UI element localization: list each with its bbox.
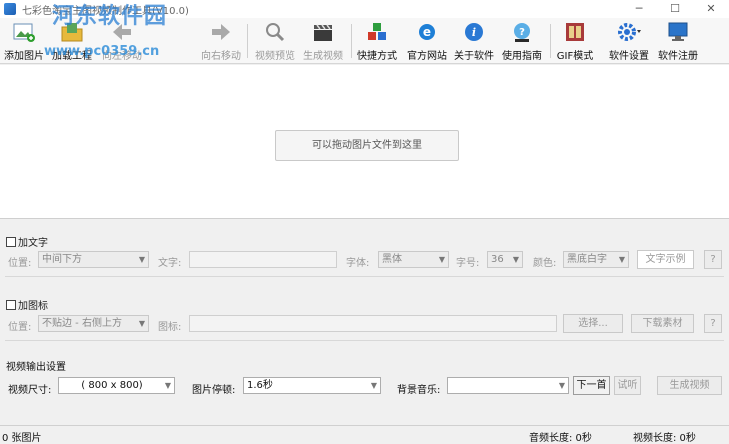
chevron-down-icon: ▼ [512,255,519,264]
listen-button[interactable]: 试听 [614,376,641,395]
chevron-down-icon: ▼ [438,255,445,264]
close-button[interactable]: ✕ [693,0,729,18]
section-divider [5,340,724,341]
chevron-down-icon: ▼ [164,381,171,390]
text-color-select[interactable]: 黑底白字 ▼ [563,251,629,268]
window-controls: ─ ☐ ✕ [621,0,729,18]
add-text-checkbox-row[interactable]: 加文字 [6,234,48,249]
text-position-label: 位置: [8,258,32,269]
icon-help-button[interactable]: ? [704,314,722,333]
add-icon-section: 加图标 位置: 不贴边 - 右侧上方 ▼ 图标: 选择... 下载素材 ? [0,295,729,335]
app-icon [4,3,16,15]
watermark-logo-text: 河东软件园 [52,3,168,29]
next-song-button[interactable]: 下一首 [573,376,610,395]
text-content-label: 文字: [158,258,182,269]
add-image-button[interactable]: 添加图片 [2,20,46,62]
monitor-icon [665,20,691,44]
preview-video-button[interactable]: 视频预览 [253,20,297,62]
status-bar: 0 张图片 音频长度: 0秒 视频长度: 0秒 [0,425,729,444]
user-guide-button[interactable]: ? 使用指南 [500,20,544,62]
chevron-down-icon: ▼ [618,255,625,264]
video-output-section: 视频输出设置 视频尺寸: ( 800 x 800) ▼ 图片停顿: 1.6秒 ▼… [0,356,729,401]
watermark-url: www.pc0359.cn [44,44,160,59]
icon-file-input[interactable] [189,315,557,332]
background-music-label: 背景音乐: [397,385,441,396]
text-color-label: 颜色: [533,258,557,269]
minimize-button[interactable]: ─ [621,0,657,18]
svg-text:e: e [423,25,431,39]
clapperboard-icon [310,20,336,44]
text-content-input[interactable] [189,251,337,268]
toolbar-separator [550,24,551,58]
image-count-status: 0 张图片 [2,433,42,444]
gif-mode-button[interactable]: GIF模式 [554,20,596,62]
chevron-down-icon: ▼ [370,381,377,390]
add-icon-checkbox-row[interactable]: 加图标 [6,297,48,312]
generate-video-button[interactable]: 生成视频 [301,20,345,62]
toolbar-separator [247,24,248,58]
video-size-label: 视频尺寸: [8,385,52,396]
official-website-button[interactable]: e 官方网站 [403,20,451,62]
add-text-section: 加文字 位置: 中间下方 ▼ 文字: 字体: 黑体 ▼ 字号: 36 ▼ 颜色:… [0,232,729,272]
magnifier-icon [262,20,288,44]
chevron-down-icon: ▼ [138,319,145,328]
drop-hint-button[interactable]: 可以拖动图片文件到这里 [275,130,459,161]
text-help-button[interactable]: ? [704,250,722,269]
software-settings-button[interactable]: 软件设置 [606,20,652,62]
move-right-button[interactable]: 向右移动 [199,20,243,62]
toolbar-separator [351,24,352,58]
icon-position-label: 位置: [8,322,32,333]
shortcut-button[interactable]: 快捷方式 [355,20,399,62]
help-globe-icon: ? [509,20,535,44]
register-button[interactable]: 软件注册 [656,20,700,62]
about-button[interactable]: i 关于软件 [452,20,496,62]
download-material-button[interactable]: 下载素材 [631,314,694,333]
chevron-down-icon: ▼ [558,381,565,390]
icon-position-select[interactable]: 不贴边 - 右侧上方 ▼ [38,315,149,332]
image-pause-label: 图片停顿: [192,385,236,396]
output-settings-title: 视频输出设置 [6,362,66,373]
video-length-status: 视频长度: 0秒 [633,433,696,444]
font-label: 字体: [346,258,370,269]
maximize-button[interactable]: ☐ [657,0,693,18]
choose-icon-button[interactable]: 选择... [563,314,623,333]
chevron-down-icon: ▼ [138,255,145,264]
gear-icon [616,20,642,44]
add-text-checkbox[interactable] [6,236,16,247]
font-size-select[interactable]: 36 ▼ [487,251,523,268]
background-music-select[interactable]: ▼ [447,377,569,394]
svg-text:i: i [472,26,476,39]
image-drop-zone[interactable]: 可以拖动图片文件到这里 [0,65,729,219]
cubes-icon [364,20,390,44]
audio-length-status: 音频长度: 0秒 [529,433,592,444]
add-image-icon [11,20,37,44]
ie-browser-icon: e [414,20,440,44]
text-example-button[interactable]: 文字示例 [637,250,694,269]
text-position-select[interactable]: 中间下方 ▼ [38,251,149,268]
font-select[interactable]: 黑体 ▼ [378,251,449,268]
add-text-label: 加文字 [18,238,48,249]
icon-file-label: 图标: [158,322,182,333]
image-pause-select[interactable]: 1.6秒 ▼ [243,377,381,394]
add-icon-label: 加图标 [18,301,48,312]
gif-film-icon [562,20,588,44]
generate-video-output-button[interactable]: 生成视频 [657,376,722,395]
video-size-select[interactable]: ( 800 x 800) ▼ [58,377,175,394]
font-size-label: 字号: [456,258,480,269]
section-divider [5,276,724,277]
svg-text:?: ? [519,27,525,38]
info-icon: i [461,20,487,44]
arrow-right-icon [208,20,234,44]
add-icon-checkbox[interactable] [6,299,16,310]
